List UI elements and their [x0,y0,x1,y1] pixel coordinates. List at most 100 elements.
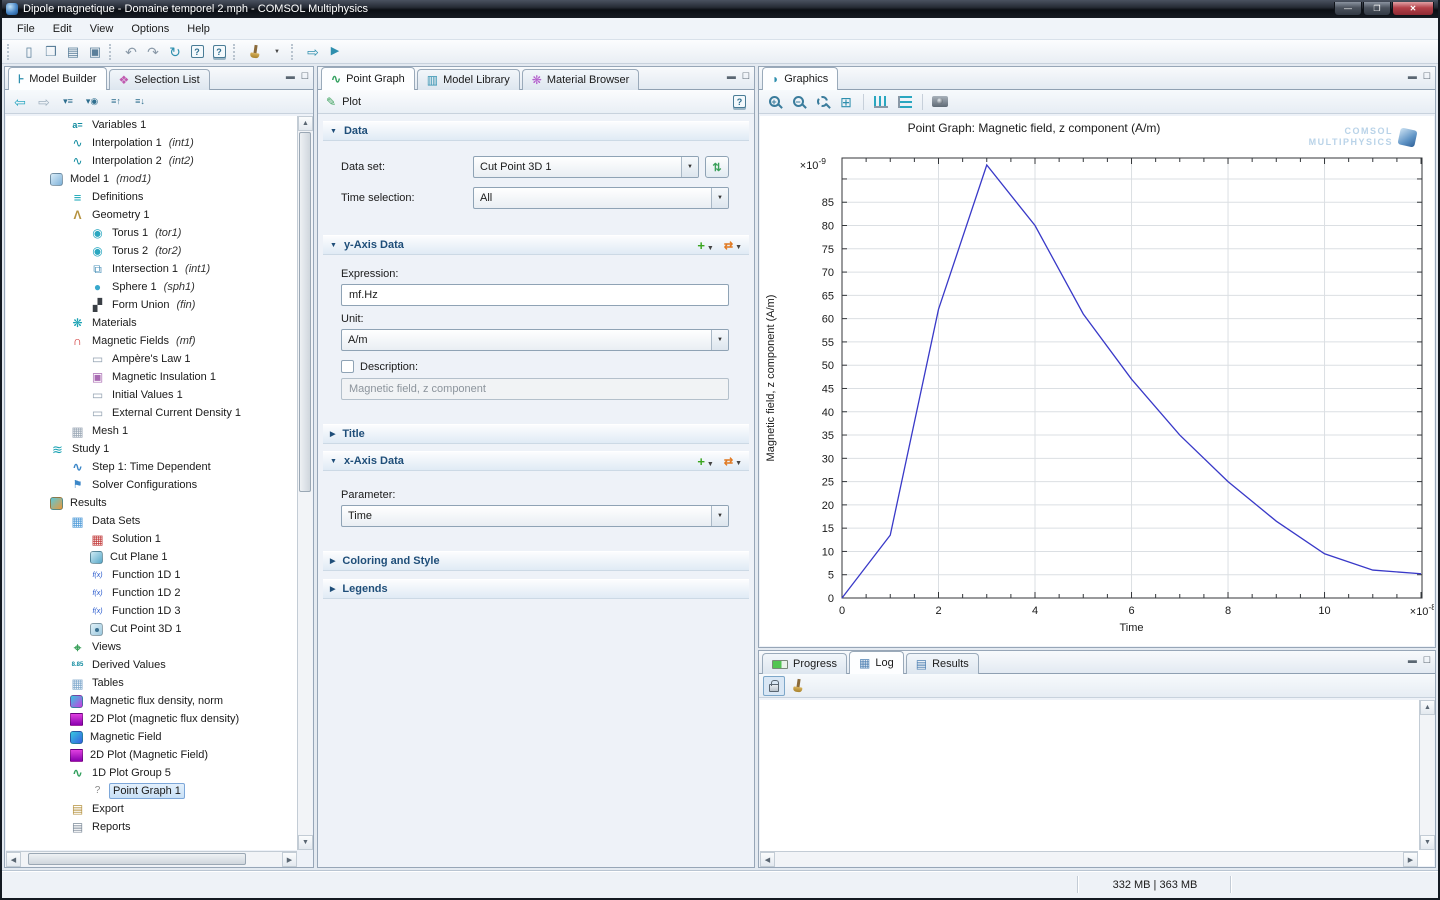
new-file-button[interactable]: ▯ [18,42,40,62]
tab-selection-list[interactable]: ❖Selection List [109,69,210,90]
dataset-combobox[interactable]: Cut Point 3D 1 ▼ [473,156,699,178]
tab-progress[interactable]: Progress [762,653,847,674]
tree-item-solution-1[interactable]: ▦Solution 1 [6,530,297,548]
snapshot-button[interactable] [929,92,951,112]
parameter-combobox[interactable]: Time ▼ [341,505,729,527]
tree-item-reports[interactable]: ▤Reports [6,818,297,836]
tree-item-initial-values-1[interactable]: ▭Initial Values 1 [6,386,297,404]
tab-model-builder[interactable]: ⊦Model Builder [8,67,107,90]
tree-item-geometry-1[interactable]: ΛGeometry 1 [6,206,297,224]
chevron-down-icon[interactable]: ▼ [681,157,698,177]
panel-maximize-icon[interactable]: ☐ [742,71,750,82]
back-button[interactable]: ⇦ [9,92,31,112]
dropdown-arrow-button[interactable]: ▼ [266,42,288,62]
x-grid-button[interactable] [894,92,916,112]
tree-item-export[interactable]: ▤Export [6,800,297,818]
tree-item-1d-plot-group-5[interactable]: ∿1D Plot Group 5 [6,764,297,782]
menu-help[interactable]: Help [178,20,219,38]
tree-item-form-union[interactable]: ▞Form Union(fin) [6,296,297,314]
tab-point-graph[interactable]: ∿Point Graph [321,67,415,90]
open-file-button[interactable]: ❒ [40,42,62,62]
expression-input[interactable]: mf.Hz [341,284,729,306]
unit-combobox[interactable]: A/m ▼ [341,329,729,351]
replace-expression-button[interactable]: ⇄▼ [724,455,742,468]
undo-button[interactable]: ↶ [120,42,142,62]
section-coloring-header[interactable]: ▶ Coloring and Style [323,551,749,571]
tab-graphics[interactable]: ◗Graphics [762,67,838,90]
move-down-button[interactable]: ≡↓ [129,92,151,112]
print-button[interactable]: ▣ [84,42,106,62]
clear-log-button[interactable] [787,676,809,696]
tree-item-function-1d-1[interactable]: f(x)Function 1D 1 [6,566,297,584]
tab-results[interactable]: ▤Results [906,653,979,674]
scroll-right-icon[interactable]: ▶ [1403,852,1418,867]
tree-item-2d-plot-magnetic-field-[interactable]: 2D Plot (Magnetic Field) [6,746,297,764]
tree-item-definitions[interactable]: ≡Definitions [6,188,297,206]
show-options-button[interactable]: ▾◉ [81,92,103,112]
scroll-right-icon[interactable]: ▶ [282,852,297,867]
scroll-down-icon[interactable]: ▼ [1420,835,1435,850]
panel-minimize-icon[interactable]: ▬ [1408,655,1417,666]
tree-item-data-sets[interactable]: ▦Data Sets [6,512,297,530]
tree-item-derived-values[interactable]: 8.85Derived Values [6,656,297,674]
help-button[interactable]: ? [186,42,208,62]
tree-item-function-1d-3[interactable]: f(x)Function 1D 3 [6,602,297,620]
panel-maximize-icon[interactable]: ☐ [1423,71,1431,82]
add-expression-button[interactable]: +▼ [697,454,714,469]
scroll-down-icon[interactable]: ▼ [298,835,313,850]
log-horizontal-scrollbar[interactable]: ◀ ▶ [760,851,1418,866]
tree-item-external-current-density-1[interactable]: ▭External Current Density 1 [6,404,297,422]
tree-item-magnetic-flux-density-norm[interactable]: Magnetic flux density, norm [6,692,297,710]
scroll-up-icon[interactable]: ▲ [1420,700,1435,715]
save-file-button[interactable]: ▤ [62,42,84,62]
update-solution-button[interactable]: ↻ [164,42,186,62]
close-button[interactable]: ✕ [1392,2,1434,16]
section-x-axis-header[interactable]: ▼ x-Axis Data +▼ ⇄▼ [323,451,749,471]
menu-view[interactable]: View [81,20,123,38]
section-y-axis-header[interactable]: ▼ y-Axis Data +▼ ⇄▼ [323,235,749,255]
tree-item-2d-plot-magnetic-flux-density-[interactable]: 2D Plot (magnetic flux density) [6,710,297,728]
tree-item-materials[interactable]: ❋Materials [6,314,297,332]
zoom-in-button[interactable]: + [763,92,785,112]
add-expression-button[interactable]: +▼ [697,238,714,253]
tree-item-solver-configurations[interactable]: ⚑Solver Configurations [6,476,297,494]
tree-vertical-scrollbar[interactable]: ▲ ▼ [297,116,312,850]
chevron-down-icon[interactable]: ▼ [711,506,728,526]
tree-item-point-graph-1[interactable]: ?Point Graph 1 [6,782,297,800]
zoom-box-button[interactable] [811,92,833,112]
tree-item-study-1[interactable]: ≋Study 1 [6,440,297,458]
documentation-button[interactable]: ? [208,42,230,62]
tree-item-sphere-1[interactable]: ●Sphere 1(sph1) [6,278,297,296]
tree-item-intersection-1[interactable]: ⧉Intersection 1(int1) [6,260,297,278]
scroll-up-icon[interactable]: ▲ [298,116,313,131]
plot-button[interactable]: Plot [342,96,361,108]
tree-item-amp-re-s-law-1[interactable]: ▭Ampère's Law 1 [6,350,297,368]
scroll-left-icon[interactable]: ◀ [6,852,21,867]
tab-log[interactable]: ▦Log [849,651,904,674]
panel-minimize-icon[interactable]: ▬ [1408,71,1417,82]
restore-button[interactable]: ❐ [1363,2,1391,16]
menu-options[interactable]: Options [122,20,178,38]
tree-item-interpolation-2[interactable]: ∿Interpolation 2(int2) [6,152,297,170]
tree-item-step-1-time-dependent[interactable]: ∿Step 1: Time Dependent [6,458,297,476]
panel-minimize-icon[interactable]: ▬ [286,71,295,82]
plot-canvas[interactable]: 0246810051015202530354045505560657075808… [760,116,1434,646]
tree-item-cut-plane-1[interactable]: Cut Plane 1 [6,548,297,566]
replace-expression-button[interactable]: ⇄▼ [724,239,742,252]
forward-button[interactable]: ⇨ [33,92,55,112]
tree-horizontal-scrollbar[interactable]: ◀ ▶ [6,851,297,866]
tree-item-tables[interactable]: ▦Tables [6,674,297,692]
help-icon[interactable]: ? [733,95,746,108]
tree-item-magnetic-insulation-1[interactable]: ▣Magnetic Insulation 1 [6,368,297,386]
tab-model-library[interactable]: ▥Model Library [417,69,520,90]
tree-item-torus-1[interactable]: ◉Torus 1(tor1) [6,224,297,242]
tree-item-magnetic-fields[interactable]: ∩Magnetic Fields(mf) [6,332,297,350]
y-grid-button[interactable] [870,92,892,112]
export-button[interactable]: ⇨ [302,42,324,62]
log-output[interactable]: ▲ ▼ ◀ ▶ [760,700,1434,866]
minimize-button[interactable]: — [1334,2,1362,16]
description-checkbox[interactable] [341,360,354,373]
chevron-down-icon[interactable]: ▼ [711,188,728,208]
panel-maximize-icon[interactable]: ☐ [1423,655,1431,666]
tree-item-results[interactable]: Results [6,494,297,512]
